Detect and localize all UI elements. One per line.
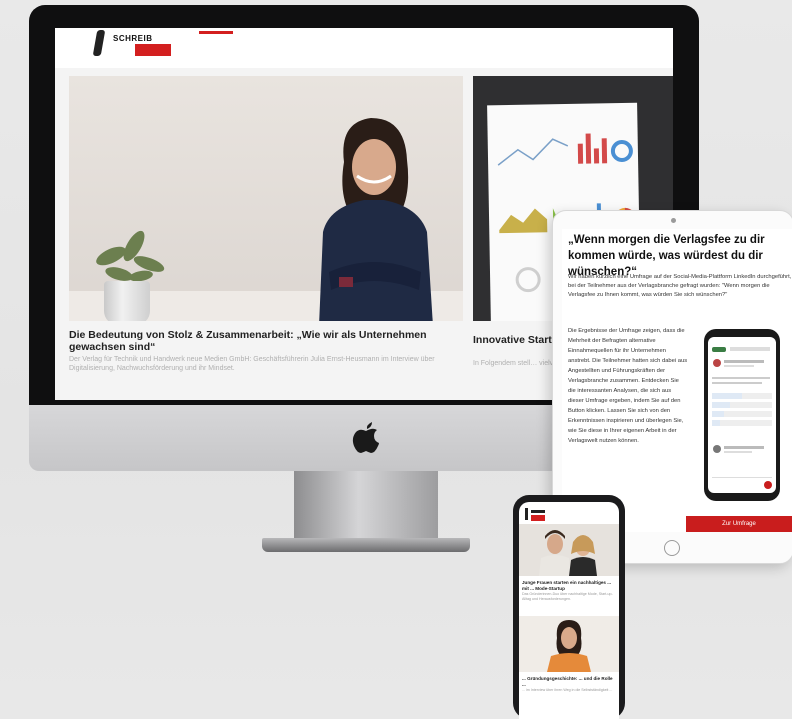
nav-active-indicator <box>199 31 233 34</box>
duo-portrait-icon <box>539 530 597 576</box>
phone-article1-teaser: Das Gründerinnen-Duo über nachhaltige Mo… <box>522 592 613 601</box>
apple-logo-icon <box>352 422 379 453</box>
article-main-teaser: Der Verlag für Technik und Handwerk neue… <box>69 356 435 372</box>
article-side-title[interactable]: Innovative Start… die Verlagsbra… <box>473 334 553 346</box>
phone-article2-teaser: ... im Interview über ihren Weg in die S… <box>522 688 613 692</box>
linkedin-poll-screenshot <box>708 337 776 493</box>
article-main-image[interactable] <box>69 76 463 321</box>
pen-logo-icon <box>92 30 106 56</box>
plant-icon <box>96 230 165 282</box>
phone-article1-title[interactable]: Junge Frauen starten ein nachhaltiges ..… <box>522 580 616 591</box>
phone-article2-image[interactable] <box>519 616 619 672</box>
tablet-camera-icon <box>671 218 676 223</box>
site-logo[interactable]: SCHREIB <box>92 30 173 58</box>
poll-results-icon <box>712 347 772 489</box>
logo-text: SCHREIB <box>113 34 153 43</box>
plant-pot <box>104 281 150 321</box>
article-main-title[interactable]: Die Bedeutung von Stolz & Zusammenarbeit… <box>69 329 463 353</box>
survey-intro: Wir haben kürzlich eine Umfrage auf der … <box>568 274 792 298</box>
article-side-teaser: In Folgendem stell… vielversprechende… <box>473 360 553 367</box>
portrait-photo <box>319 118 433 321</box>
logo-red-bar <box>135 44 171 56</box>
survey-cta-button[interactable]: Zur Umfrage <box>686 516 792 532</box>
phone-article1-image[interactable] <box>519 524 619 576</box>
survey-body: Die Ergebnisse der Umfrage zeigen, dass … <box>568 328 688 444</box>
tablet-screen: „Wenn morgen die Verlagsfee zu dir komme… <box>562 229 792 532</box>
phone-logo-icon[interactable] <box>525 508 547 522</box>
phone-article2-title[interactable]: ... Gründungsgeschichte: ... und die Rol… <box>522 676 616 687</box>
tablet-home-button <box>664 540 680 556</box>
imac-stand-base <box>262 538 470 552</box>
imac-stand <box>294 471 438 541</box>
phone-screen: Junge Frauen starten ein nachhaltiges ..… <box>519 502 619 719</box>
site-header: SCHREIB <box>55 28 673 68</box>
woman-portrait-icon <box>547 620 591 672</box>
